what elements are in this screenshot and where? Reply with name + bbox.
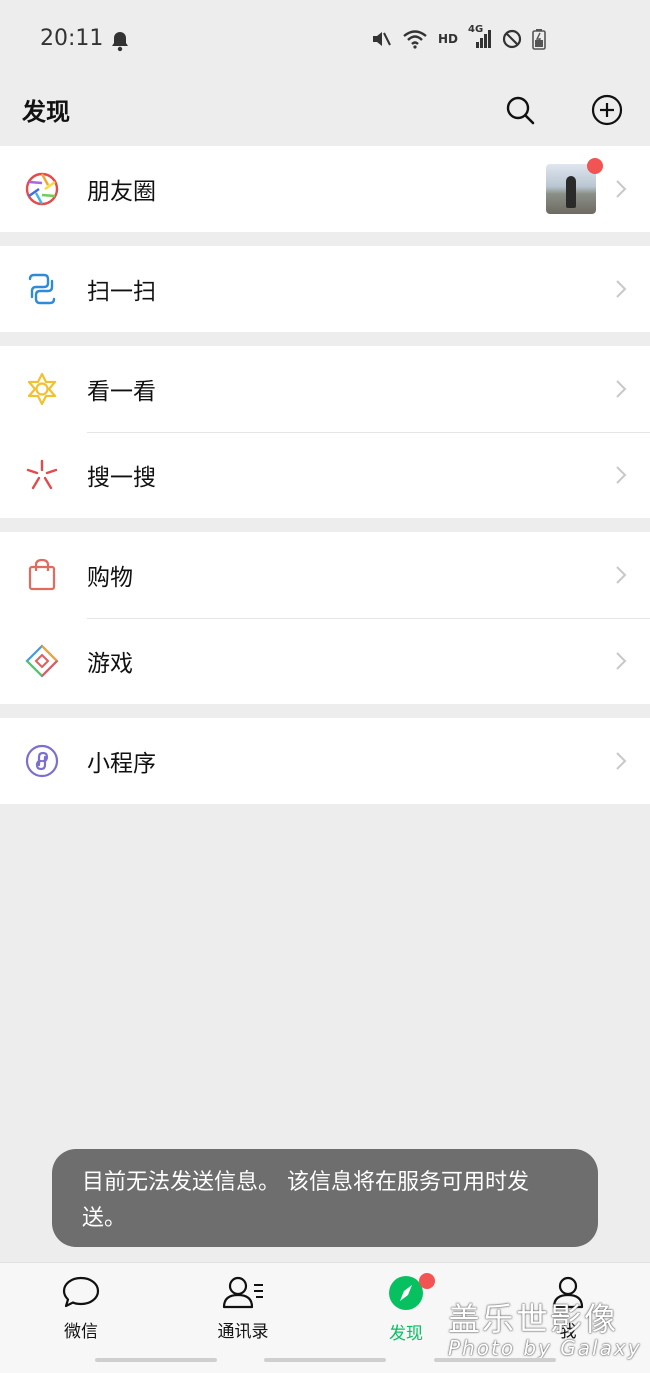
tab-label: 微信	[64, 1322, 98, 1342]
battery-icon	[532, 29, 546, 50]
moments-aperture-icon	[25, 172, 59, 206]
search-button[interactable]	[500, 90, 540, 130]
signal-icon: 4G	[468, 24, 492, 50]
menu-item-label: 游戏	[87, 651, 133, 677]
status-time: 20:11	[40, 26, 104, 51]
menu-item-label: 扫一扫	[87, 279, 156, 305]
contacts-icon	[222, 1276, 263, 1309]
menu-item-label: 搜一搜	[87, 465, 156, 491]
status-icons: HD 4G	[370, 24, 546, 50]
chevron-right-icon	[616, 652, 627, 670]
chevron-right-icon	[616, 752, 627, 770]
watermark-cn: 盖乐世影像	[448, 1300, 619, 1338]
page-title: 发现	[22, 98, 70, 126]
chevron-right-icon	[616, 466, 627, 484]
mini-programs-group: 小程序	[0, 718, 650, 804]
chevron-right-icon	[616, 180, 627, 198]
plus-circle-icon	[591, 94, 623, 126]
mute-icon	[373, 32, 391, 46]
menu-item-label: 看一看	[87, 379, 156, 405]
toast-message: 目前无法发送信息。 该信息将在服务可用时发送。	[52, 1149, 598, 1247]
add-button[interactable]	[587, 90, 627, 130]
hd-label: HD	[438, 32, 459, 46]
bell-icon	[112, 32, 128, 52]
search-icon	[506, 96, 535, 125]
menu-item-label: 购物	[87, 565, 133, 591]
menu-item-mini-programs[interactable]: 小程序	[0, 718, 650, 804]
menu-item-shopping[interactable]: 购物	[0, 532, 650, 618]
menu-item-scan[interactable]: 扫一扫	[0, 246, 650, 332]
menu-item-label: 朋友圈	[87, 179, 156, 205]
menu-item-search[interactable]: 搜一搜	[0, 432, 650, 518]
top-stories-icon	[27, 372, 57, 406]
tab-contacts[interactable]: 通讯录	[183, 1275, 303, 1342]
menu-item-label: 小程序	[87, 751, 156, 777]
do-not-disturb-icon	[502, 29, 522, 49]
chevron-right-icon	[616, 280, 627, 298]
watermark-en: Photo by Galaxy	[448, 1336, 642, 1360]
watermark: 盖乐世影像 Photo by Galaxy	[448, 1294, 642, 1360]
nav-gesture-handle[interactable]	[264, 1358, 386, 1362]
scan-group: 扫一扫	[0, 246, 650, 332]
wifi-icon	[403, 30, 427, 49]
chevron-right-icon	[616, 566, 627, 584]
mini-programs-icon	[25, 744, 59, 778]
tab-label: 通讯录	[217, 1322, 269, 1342]
nav-gesture-handle[interactable]	[434, 1358, 556, 1362]
nav-gesture-handle[interactable]	[95, 1358, 217, 1362]
header: 发现	[0, 80, 650, 144]
moments-group: 朋友圈	[0, 146, 650, 232]
chevron-right-icon	[616, 380, 627, 398]
notification-dot	[587, 158, 603, 174]
games-icon	[25, 644, 59, 678]
menu-item-top-stories[interactable]: 看一看	[0, 346, 650, 432]
shopping-bag-icon	[28, 558, 56, 591]
menu-item-games[interactable]: 游戏	[0, 618, 650, 704]
scan-icon	[28, 273, 56, 305]
shopping-games-group: 购物 游戏	[0, 532, 650, 704]
notification-dot	[419, 1273, 435, 1289]
search-sparkle-icon	[26, 459, 58, 490]
status-bar: 20:11 HD 4G	[0, 0, 650, 80]
stories-search-group: 看一看 搜一搜	[0, 346, 650, 518]
chat-bubble-icon	[62, 1276, 100, 1308]
menu-item-moments[interactable]: 朋友圈	[0, 146, 650, 232]
tab-chats[interactable]: 微信	[21, 1275, 141, 1342]
